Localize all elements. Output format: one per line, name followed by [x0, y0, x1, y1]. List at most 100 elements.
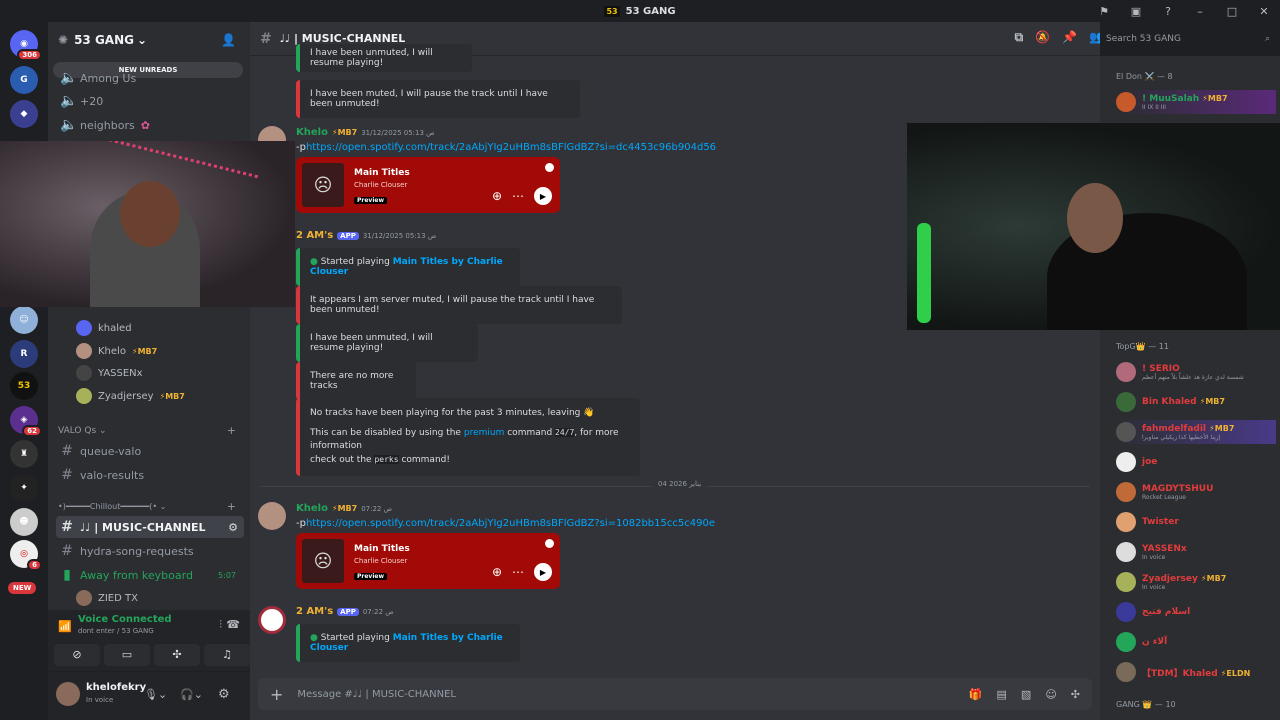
add-member-icon[interactable]: 👤	[221, 33, 236, 47]
channel-among-us[interactable]: 🔈 Among Us	[56, 67, 244, 89]
member-item[interactable]: Bin Khaled ⚡MB7	[1116, 390, 1276, 414]
album-cover: ☹	[302, 163, 344, 207]
voice-connected-panel: 📶 Voice Connected dont enter / 53 GANG ⫶…	[48, 610, 250, 672]
voice-user[interactable]: YASSENx	[76, 365, 143, 381]
inbox-icon[interactable]: ⚑	[1088, 5, 1120, 18]
message-author[interactable]: Khelo ⚡MB7 07:22 ص	[296, 503, 392, 514]
disconnect-icon[interactable]: ☎	[226, 618, 240, 631]
category-chillout[interactable]: •)━━━━━Chillout━━━━━━(• ⌄	[58, 502, 166, 511]
member-item[interactable]: fahmdelfadil ⚡MB7 إزينا الأخطيها كذا زيكي…	[1116, 420, 1276, 444]
avatar	[1116, 602, 1136, 622]
play-button[interactable]: ▶	[534, 187, 552, 205]
search-input[interactable]: Search 53 GANG ⌕	[1100, 29, 1276, 49]
settings-icon[interactable]: ⚙	[228, 521, 238, 534]
server-logo-icon: 53	[604, 5, 620, 17]
help-icon[interactable]: ?	[1152, 5, 1184, 18]
play-button[interactable]: ▶	[534, 563, 552, 581]
more-icon[interactable]: ⋯	[512, 565, 524, 579]
emoji-icon[interactable]: ☺	[1045, 688, 1056, 701]
add-icon[interactable]: ⊕	[492, 565, 502, 579]
voice-user[interactable]: khaled	[76, 320, 132, 336]
screen-icon[interactable]: ▣	[1120, 5, 1152, 18]
camera-button[interactable]: ⊘	[54, 644, 100, 666]
add-channel-icon[interactable]: +	[227, 424, 236, 437]
flower-icon: ✿	[140, 118, 150, 132]
member-item[interactable]: MAGDYTSHUU Rocket League	[1116, 480, 1276, 504]
avatar[interactable]	[258, 606, 286, 634]
message-author[interactable]: 2 AM's APP 07:22 ص	[296, 606, 394, 617]
threads-icon[interactable]: ⧉	[1015, 30, 1024, 45]
voice-user[interactable]: Khelo ⚡MB7	[76, 343, 157, 359]
member-item[interactable]: 【TDM】Khaled ⚡ELDN	[1116, 660, 1276, 684]
voice-user[interactable]: Zyadjersey ⚡MB7	[76, 388, 185, 404]
mention-badge: 62	[22, 425, 42, 437]
category-valo[interactable]: VALO Qs ⌄	[58, 426, 107, 436]
server-icon[interactable]: R	[10, 340, 38, 368]
spotify-embed[interactable]: ☹ Main Titles Charlie Clouser Preview ⊕ ⋯…	[296, 157, 560, 213]
add-icon[interactable]: ⊕	[492, 189, 502, 203]
soundboard-button[interactable]: ♫	[204, 644, 250, 666]
apps-icon[interactable]: ✣	[1071, 688, 1080, 701]
voice-icon: 🔈	[60, 70, 78, 86]
more-icon[interactable]: ⋯	[512, 189, 524, 203]
member-item[interactable]: Zyadjersey ⚡MB7 In voice	[1116, 570, 1276, 594]
headphones-icon[interactable]: 🎧⌄	[180, 688, 203, 701]
channel-valo-results[interactable]: # valo-results	[56, 464, 244, 486]
member-item[interactable]: ! SERIO شمسة لدي عازة هذ علشاً بلاً منهم …	[1116, 360, 1276, 384]
home-icon[interactable]: ◉ 306	[10, 30, 42, 61]
server-icon[interactable]: ◎ 6	[10, 540, 42, 571]
member-item[interactable]: Twister	[1116, 510, 1276, 534]
add-channel-icon[interactable]: +	[227, 500, 236, 513]
gift-icon[interactable]: 🎁	[969, 688, 983, 701]
channel-hydra[interactable]: # hydra-song-requests	[56, 540, 244, 562]
avatar	[1116, 542, 1136, 562]
screenshare-button[interactable]: ▭	[104, 644, 150, 666]
server-icon[interactable]: G	[10, 66, 38, 94]
member-item[interactable]: آلاء ن	[1116, 630, 1276, 654]
avatar	[1116, 452, 1136, 472]
member-item[interactable]: joe	[1116, 450, 1276, 474]
message-link[interactable]: -phttps://open.spotify.com/track/2aAbjYI…	[296, 518, 715, 529]
server-icon[interactable]: ☺	[10, 306, 38, 334]
server-53-icon[interactable]: 53	[10, 372, 38, 400]
activity-button[interactable]: ✣	[154, 644, 200, 666]
channel-afk[interactable]: ▮ Away from keyboard 5:07	[56, 564, 244, 586]
spotify-embed[interactable]: ☹ Main Titles Charlie Clouser Preview ⊕ ⋯…	[296, 533, 560, 589]
message-link[interactable]: -phttps://open.spotify.com/track/2aAbjYI…	[296, 142, 716, 153]
add-attachment-icon[interactable]: +	[270, 685, 283, 704]
member-item[interactable]: ! MuuSalah ⚡MB7 II IX II III	[1116, 90, 1276, 114]
server-icon[interactable]: ✦	[10, 474, 38, 502]
mic-icon[interactable]: 🎙⌄	[144, 688, 167, 701]
channel-queue-valo[interactable]: # queue-valo	[56, 440, 244, 462]
signal-icon: 📶	[58, 620, 72, 633]
server-icon[interactable]: ♜	[10, 440, 38, 468]
channel-music[interactable]: # ♩♩ | MUSIC-CHANNEL ⚙	[56, 516, 244, 538]
server-icon[interactable]: ◆	[10, 100, 38, 128]
message-author[interactable]: Khelo ⚡MB7 31/12/2025 05:13 ص	[296, 127, 435, 138]
user-name: khelofekry	[86, 682, 147, 693]
maximize-button[interactable]: □	[1216, 5, 1248, 18]
close-button[interactable]: ✕	[1248, 5, 1280, 18]
message-input[interactable]: + Message #♩♩ | MUSIC-CHANNEL 🎁 ▤ ▧ ☺ ✣	[258, 678, 1092, 710]
server-name: 53 GANG	[74, 33, 134, 47]
gif-icon[interactable]: ▤	[997, 688, 1007, 701]
pin-icon[interactable]: 📌	[1062, 30, 1077, 45]
noise-icon[interactable]: ⫶	[219, 618, 222, 632]
mute-icon[interactable]: 🔕	[1035, 30, 1050, 45]
settings-icon[interactable]: ⚙	[218, 687, 230, 702]
user-status: In voice	[86, 696, 114, 704]
server-icon[interactable]: ☻	[10, 508, 38, 536]
member-item[interactable]: اسلام فتيح	[1116, 600, 1276, 624]
channel-plus20[interactable]: 🔈 +20	[56, 90, 244, 112]
channel-neighbors[interactable]: 🔈 neighbors ✿	[56, 114, 244, 136]
voice-user[interactable]: ZIED TX	[76, 590, 138, 606]
server-icon[interactable]: ◈ 62	[10, 406, 42, 437]
server-header[interactable]: ✺ 53 GANG ⌄ 👤	[48, 22, 250, 58]
avatar[interactable]	[56, 682, 80, 706]
avatar[interactable]	[258, 502, 286, 530]
member-item[interactable]: YASSENx In voice	[1116, 540, 1276, 564]
bot-embed: No tracks have been playing for the past…	[296, 398, 640, 476]
minimize-button[interactable]: –	[1184, 5, 1216, 18]
message-author[interactable]: 2 AM's APP 31/12/2025 05:13 ص	[296, 230, 436, 241]
sticker-icon[interactable]: ▧	[1021, 688, 1031, 701]
